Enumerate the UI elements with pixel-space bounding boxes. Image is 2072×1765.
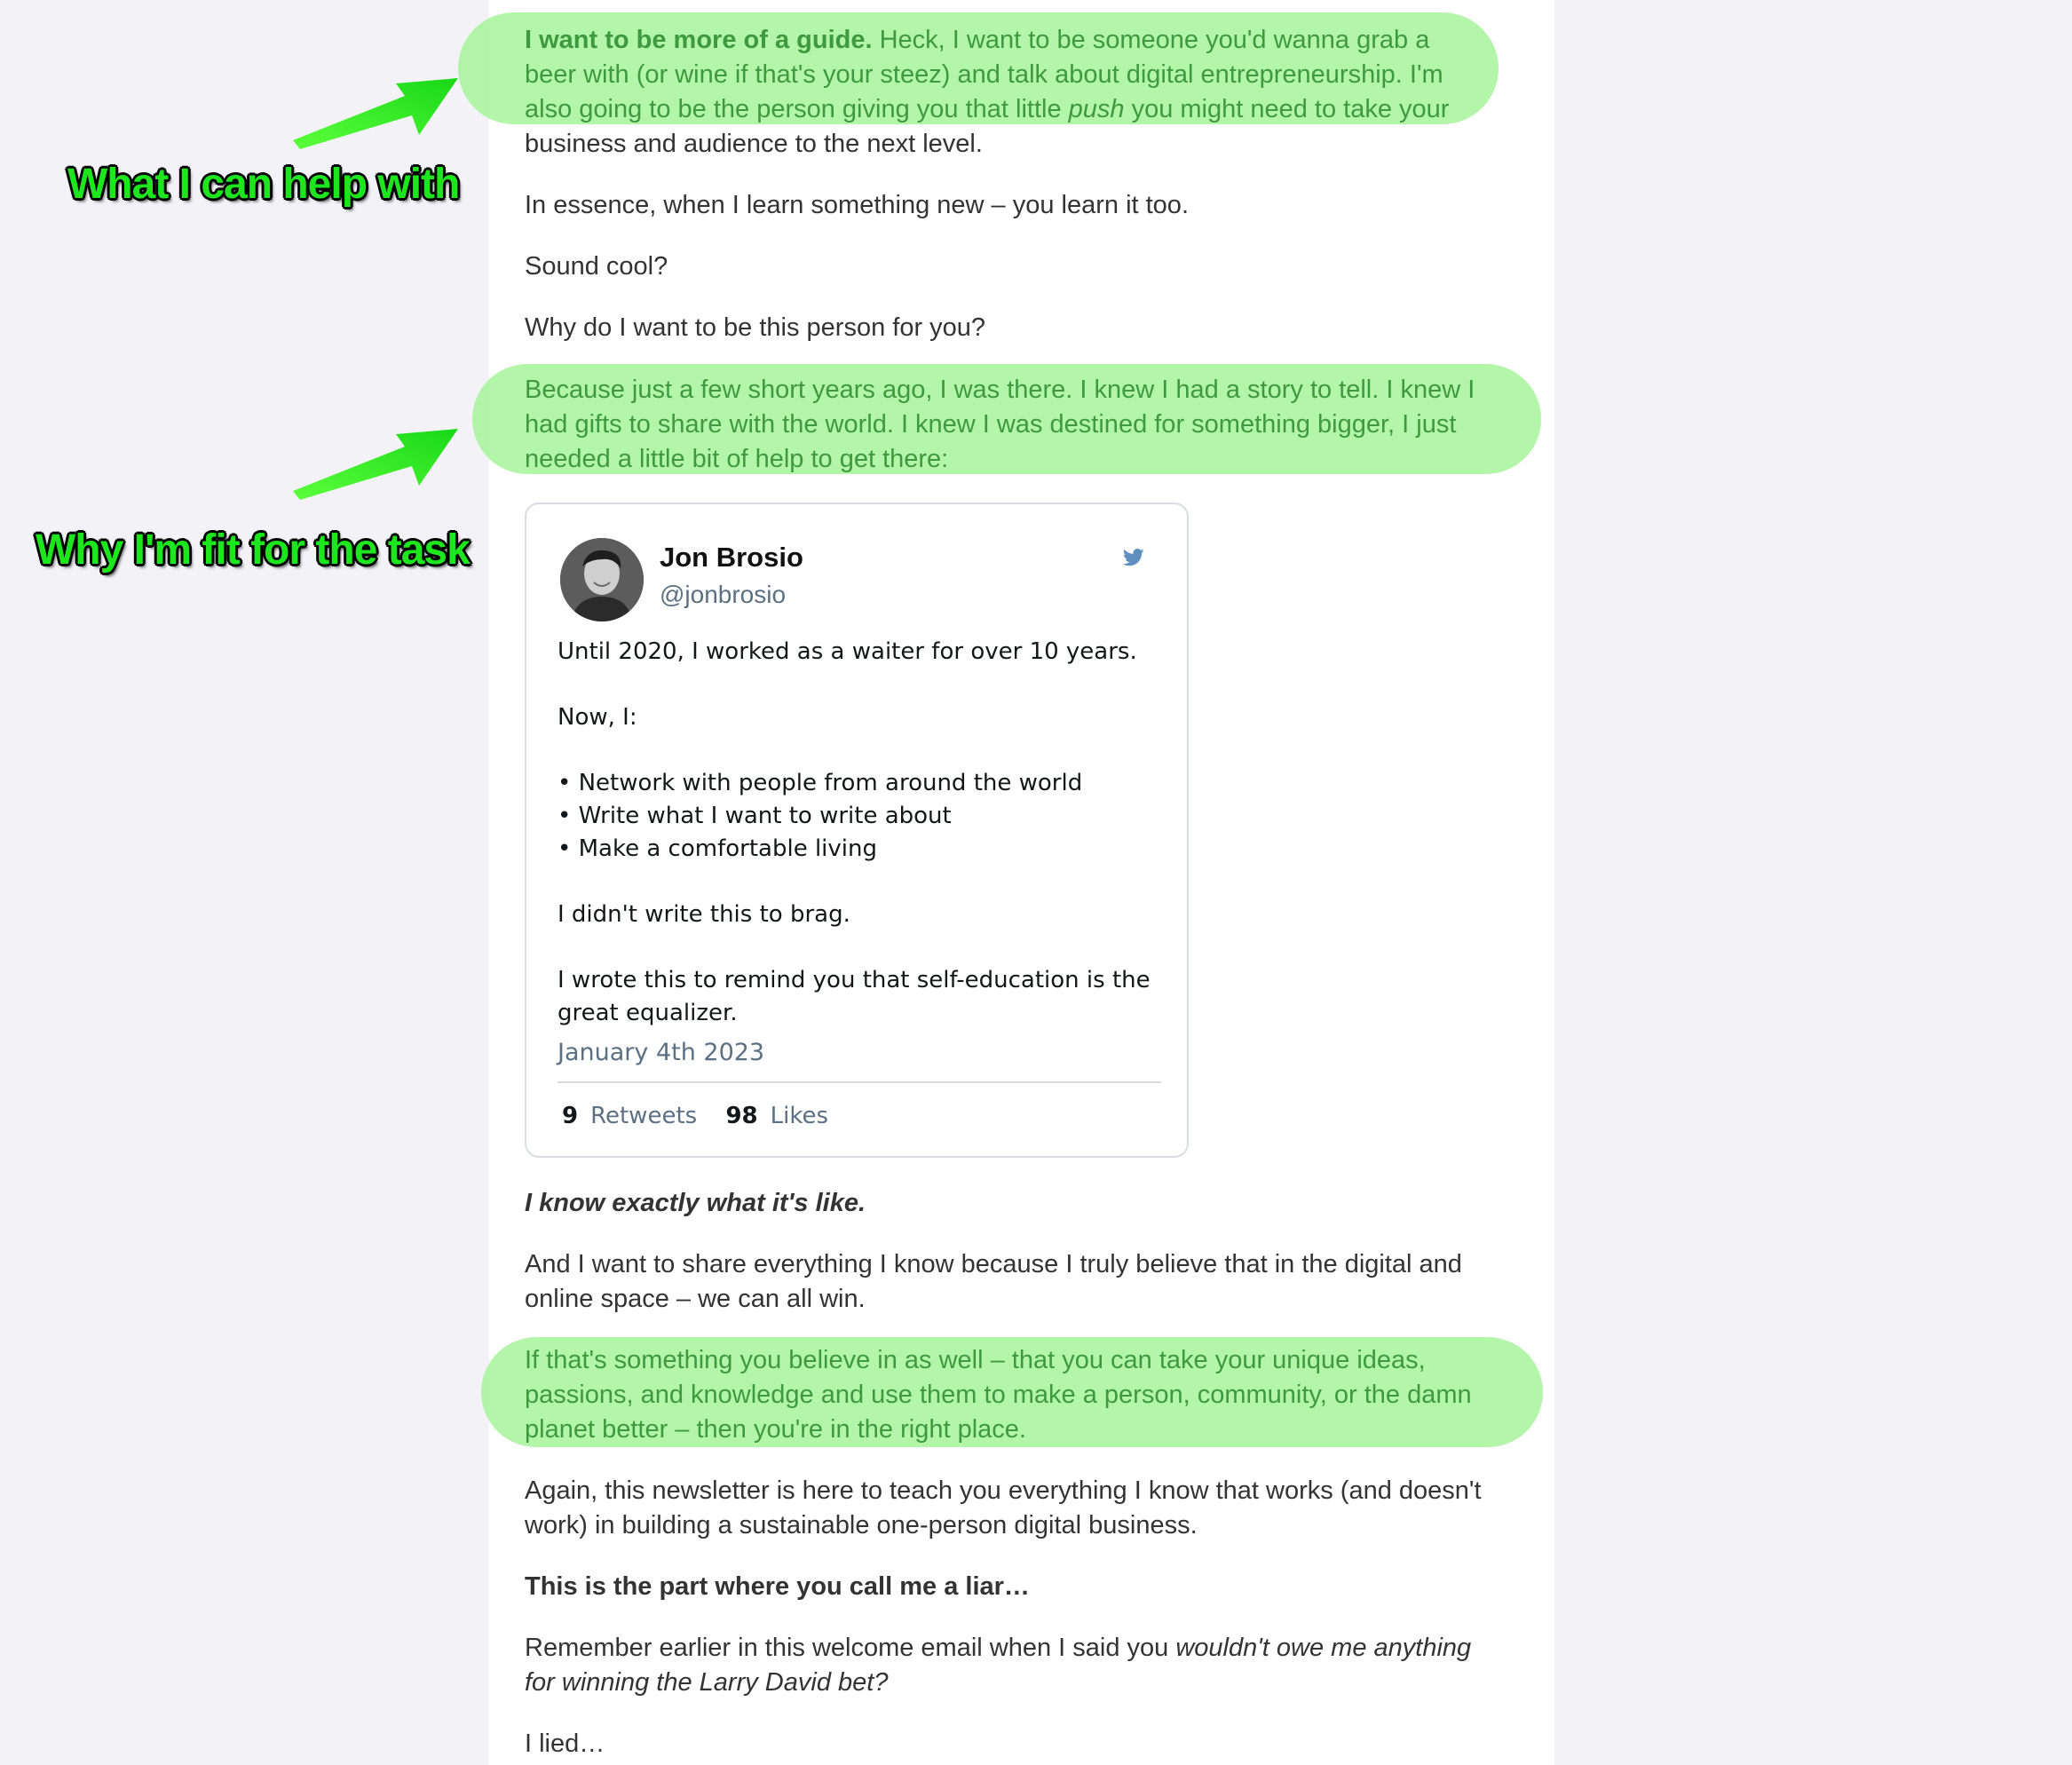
paragraph-sound-cool: Sound cool?: [525, 252, 668, 281]
remember-line-1-emphasis: wouldn't owe me anything: [1175, 1634, 1472, 1662]
paragraph-why-question: Why do I want to be this person for you?: [525, 313, 986, 342]
annotation-why-im-fit: Why I'm fit for the task: [36, 526, 471, 574]
share-line-2: online space – we can all win.: [525, 1285, 866, 1313]
tweet-date[interactable]: January 4th 2023: [558, 1039, 764, 1066]
because-line-3: needed a little bit of help to get there…: [525, 445, 949, 473]
because-line-2: had gifts to share with the world. I kne…: [525, 410, 1457, 439]
purpose-line-1: Again, this newsletter is here to teach …: [525, 1476, 1482, 1505]
paragraph-believe: If that's something you believe in as we…: [525, 1343, 1528, 1447]
know-exactly-emphasis: I know exactly what it's like.: [525, 1189, 866, 1217]
paragraph-call-me-liar: This is the part where you call me a lia…: [525, 1570, 1528, 1604]
guide-line-4: business and audience to the next level.: [525, 130, 983, 158]
guide-line-1-rest: Heck, I want to be someone you'd wanna g…: [872, 26, 1430, 54]
guide-line-3-post: you might need to take your: [1124, 95, 1450, 123]
guide-line-2: beer with (or wine if that's your steez)…: [525, 60, 1443, 89]
guide-push-emphasis: push: [1068, 95, 1125, 123]
annotation-what-i-can-help-with: What I can help with: [67, 161, 460, 208]
paragraph-remember: Remember earlier in this welcome email w…: [525, 1631, 1528, 1700]
likes-count: 98: [725, 1103, 758, 1129]
tweet-stats: 9 Retweets 98 Likes: [562, 1103, 850, 1129]
paragraph-because: Because just a few short years ago, I wa…: [525, 373, 1528, 477]
call-me-liar-heading: This is the part where you call me a lia…: [525, 1572, 1030, 1601]
paragraph-share-everything: And I want to share everything I know be…: [525, 1247, 1528, 1317]
share-line-1: And I want to share everything I know be…: [525, 1250, 1462, 1278]
believe-line-3: planet better – then you're in the right…: [525, 1415, 1026, 1444]
tweet-author-name[interactable]: Jon Brosio: [660, 542, 803, 574]
retweets-label[interactable]: Retweets: [590, 1103, 697, 1129]
remember-line-1-pre: Remember earlier in this welcome email w…: [525, 1634, 1176, 1662]
tweet-body-text: Until 2020, I worked as a waiter for ove…: [558, 638, 1151, 1026]
green-arrow-icon: [293, 78, 458, 149]
avatar[interactable]: [560, 538, 644, 621]
guide-line-3-pre: also going to be the person giving you t…: [525, 95, 1069, 123]
believe-line-2: passions, and knowledge and use them to …: [525, 1381, 1472, 1409]
embedded-tweet-card[interactable]: Jon Brosio @jonbrosio Until 2020, I work…: [525, 503, 1189, 1158]
green-arrow-icon: [293, 429, 458, 500]
paragraph-know-exactly: I know exactly what it's like.: [525, 1186, 1528, 1221]
twitter-bird-icon[interactable]: [1122, 549, 1144, 571]
paragraph-newsletter-purpose: Again, this newsletter is here to teach …: [525, 1474, 1528, 1543]
retweets-count: 9: [562, 1103, 579, 1129]
purpose-line-2: work) in building a sustainable one-pers…: [525, 1511, 1198, 1539]
remember-line-2-emphasis: for winning the Larry David bet?: [525, 1668, 889, 1697]
tweet-divider: [558, 1081, 1161, 1083]
paragraph-i-lied: I lied…: [525, 1729, 605, 1758]
paragraph-essence: In essence, when I learn something new –…: [525, 191, 1189, 219]
likes-label[interactable]: Likes: [771, 1103, 828, 1129]
believe-line-1: If that's something you believe in as we…: [525, 1346, 1426, 1374]
tweet-author-handle[interactable]: @jonbrosio: [660, 581, 786, 609]
paragraph-guide: I want to be more of a guide. Heck, I wa…: [525, 23, 1528, 162]
because-line-1: Because just a few short years ago, I wa…: [525, 376, 1475, 404]
guide-bold-lead: I want to be more of a guide.: [525, 26, 873, 54]
